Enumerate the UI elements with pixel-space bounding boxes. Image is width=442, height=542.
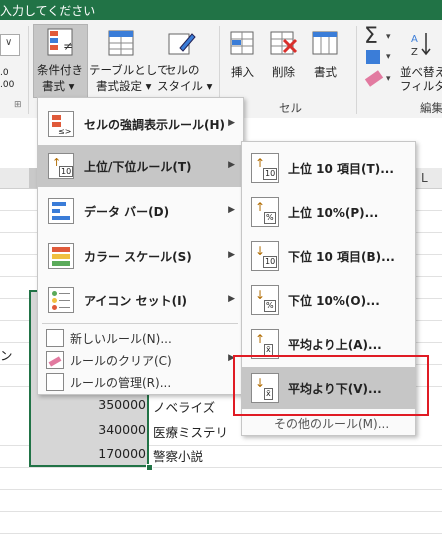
menu-item-top-bottom-rules[interactable]: ↑ 10 上位/下位ルール(T) ▶ — [38, 145, 243, 187]
cf-label-2: 書式 ▾ — [42, 79, 75, 93]
partial-cell-text: ン — [0, 348, 13, 363]
cell-text[interactable]: 医療ミステリ — [153, 422, 228, 441]
format-as-table-icon — [108, 30, 134, 56]
chevron-right-icon: ▶ — [228, 118, 235, 128]
insert-cells-icon — [230, 31, 254, 55]
chevron-down-icon: ▾ — [386, 52, 391, 62]
grid-line — [0, 533, 442, 534]
insert-button[interactable]: 挿入 — [231, 65, 254, 79]
svg-text:≠: ≠ — [63, 39, 73, 53]
fill-down-icon[interactable] — [366, 50, 380, 64]
menu-item-label: 下位 10 項目(B)... — [288, 250, 395, 264]
menu-item-new-rule[interactable]: 新しいルール(N)... — [38, 325, 243, 349]
format-cells-icon — [312, 31, 338, 55]
menu-item-data-bars[interactable]: データ バー(D) ▶ — [38, 190, 243, 232]
format-button[interactable]: 書式 — [314, 65, 337, 79]
data-bars-icon — [48, 198, 74, 224]
menu-item-highlight-cells-rules[interactable]: ≤> セルの強調表示ルール(H) ▶ — [38, 103, 243, 145]
chevron-right-icon: ▶ — [228, 160, 235, 170]
autosum-icon[interactable]: Σ — [364, 24, 378, 49]
menu-item-clear-rules[interactable]: ルールのクリア(C) ▶ — [38, 347, 243, 371]
svg-text:Z: Z — [411, 47, 418, 58]
sort-filter-label-1[interactable]: 並べ替え — [400, 65, 442, 79]
chevron-down-icon: ∨ — [5, 37, 13, 48]
title-text: 入力してください — [0, 4, 96, 18]
bottom-10-percent-icon: ↓ % — [251, 285, 279, 315]
menu-item-label: 新しいルール(N)... — [70, 332, 172, 346]
menu-separator — [42, 323, 238, 324]
submenu-item-top-10-items[interactable]: ↑ 10 上位 10 項目(T)... — [242, 147, 415, 189]
cell-text[interactable]: 警察小説 — [153, 446, 203, 465]
top-10-percent-icon: ↑ % — [251, 197, 279, 227]
menu-item-label: アイコン セット(I) — [84, 294, 188, 308]
menu-item-label: 上位 10%(P)... — [288, 206, 379, 220]
manage-rules-icon — [46, 373, 64, 391]
delete-cells-icon — [270, 31, 298, 55]
menu-item-label: 平均より上(A)... — [288, 338, 382, 352]
decimal-decrease[interactable]: .00 — [0, 78, 14, 92]
submenu-item-top-10-percent[interactable]: ↑ % 上位 10%(P)... — [242, 191, 415, 233]
menu-item-label: カラー スケール(S) — [84, 250, 192, 264]
menu-item-label: データ バー(D) — [84, 205, 170, 219]
submenu-item-bottom-10-items[interactable]: ↓ 10 下位 10 項目(B)... — [242, 235, 415, 277]
cell-styles-label-1[interactable]: セルの — [165, 63, 200, 77]
column-header-l[interactable]: L — [421, 171, 428, 185]
conditional-formatting-menu: ≤> セルの強調表示ルール(H) ▶ ↑ 10 上位/下位ルール(T) ▶ デー… — [37, 97, 244, 395]
chevron-down-icon: ▾ — [386, 32, 391, 42]
format-as-table-label-1[interactable]: テーブルとして — [89, 63, 168, 77]
cell-styles-label-2[interactable]: スタイル ▾ — [157, 79, 212, 93]
sort-filter-icon: A Z — [411, 33, 431, 58]
top-bottom-icon: ↑ 10 — [48, 153, 74, 179]
cell-text[interactable]: ノベライズ — [153, 397, 215, 416]
cell-value[interactable]: 340000 — [60, 422, 146, 437]
sort-filter-label-2[interactable]: フィルター — [400, 79, 442, 93]
icon-sets-icon — [48, 287, 74, 313]
menu-item-icon-sets[interactable]: アイコン セット(I) ▶ — [38, 279, 243, 321]
menu-item-label: 上位/下位ルール(T) — [84, 160, 192, 174]
menu-item-label: ルールのクリア(C) — [70, 354, 172, 368]
fill-handle[interactable] — [146, 464, 153, 471]
grid-line — [0, 467, 442, 468]
highlight-annotation-box — [233, 355, 429, 416]
group-divider — [28, 26, 29, 114]
menu-item-manage-rules[interactable]: ルールの管理(R)... — [38, 369, 243, 393]
conditional-formatting-icon: ≠ — [47, 28, 73, 56]
dropdown-box[interactable]: ∨ — [0, 34, 20, 56]
menu-item-label: ルールの管理(R)... — [70, 376, 172, 390]
new-rule-icon — [46, 329, 64, 347]
cells-group-label: セル — [279, 101, 302, 115]
format-as-table-label-2[interactable]: 書式設定 ▾ — [96, 79, 151, 93]
cell-value[interactable]: 170000 — [60, 446, 146, 461]
top-10-items-icon: ↑ 10 — [251, 153, 279, 183]
menu-item-label: セルの強調表示ルール(H) — [84, 118, 226, 132]
submenu-item-bottom-10-percent[interactable]: ↓ % 下位 10%(O)... — [242, 279, 415, 321]
grid-line — [0, 489, 442, 490]
group-divider — [356, 26, 357, 114]
color-scales-icon — [48, 243, 74, 269]
chevron-down-icon: ▾ — [386, 74, 391, 84]
dialog-launcher-icon[interactable]: ⊞ — [14, 100, 22, 110]
cell-styles-icon — [168, 33, 196, 55]
grid-line — [0, 511, 442, 512]
menu-item-label: 下位 10%(O)... — [288, 294, 380, 308]
menu-item-color-scales[interactable]: カラー スケール(S) ▶ — [38, 235, 243, 277]
cell-value[interactable]: 350000 — [60, 397, 146, 412]
delete-button[interactable]: 削除 — [272, 65, 295, 79]
highlight-cells-icon: ≤> — [48, 111, 74, 137]
menu-item-label: 上位 10 項目(T)... — [288, 162, 394, 176]
svg-text:A: A — [411, 34, 418, 45]
bottom-10-items-icon: ↓ 10 — [251, 241, 279, 271]
editing-group-label: 編集 — [420, 101, 442, 115]
chevron-right-icon: ▶ — [228, 250, 235, 260]
submenu-item-more-rules[interactable]: その他のルール(M)... — [274, 415, 389, 432]
clear-rules-icon — [46, 351, 64, 369]
chevron-right-icon: ▶ — [228, 294, 235, 304]
chevron-right-icon: ▶ — [228, 205, 235, 215]
cf-label-1: 条件付き — [37, 63, 83, 77]
